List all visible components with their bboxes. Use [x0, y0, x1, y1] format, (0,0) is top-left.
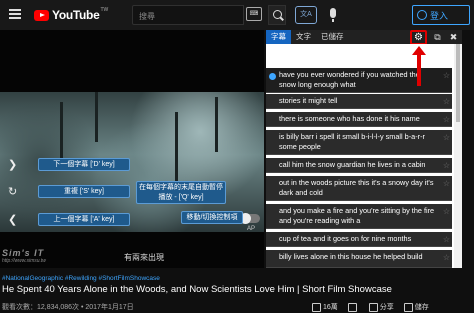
line-text: cup of tea and it goes on for nine month… [279, 234, 412, 243]
watermark-url: http://www.simsu.tw [2, 258, 46, 264]
save-icon [403, 302, 413, 312]
line-text: have you ever wondered if you watched th… [279, 70, 420, 89]
star-icon[interactable]: ☆ [443, 115, 450, 125]
login-label: 登入 [430, 10, 449, 21]
login-button[interactable]: 登入 [412, 5, 470, 25]
transcript-line[interactable]: stories it might tell ☆ [266, 94, 452, 109]
settings-gear-icon[interactable]: ⚙ [410, 29, 427, 45]
tree-trunk [175, 112, 178, 182]
line-text: call him the snow guardian he lives in a… [279, 160, 426, 169]
video-title: He Spent 40 Years Alone in the Woods, an… [2, 284, 392, 295]
search-button[interactable] [268, 5, 286, 25]
hashtag-links[interactable]: #NationalGeographic #Rewilding #ShortFil… [2, 275, 160, 282]
prev-chevron-icon[interactable]: ❮ [8, 213, 17, 226]
prev-caption-button[interactable]: 上一個字幕 ['A' key] [38, 213, 130, 226]
star-icon[interactable]: ☆ [443, 133, 450, 143]
transcript-line[interactable]: cup of tea and it goes on for nine month… [266, 232, 452, 247]
youtube-play-icon [34, 9, 49, 21]
share-icon [368, 302, 378, 312]
panel-scrollbar[interactable] [454, 44, 462, 268]
star-icon[interactable]: ☆ [443, 71, 450, 81]
star-icon[interactable]: ☆ [443, 97, 450, 107]
menu-icon[interactable] [9, 9, 21, 19]
next-chevron-icon[interactable]: ❯ [8, 158, 17, 171]
line-text: stories it might tell [279, 96, 338, 105]
open-external-icon[interactable]: ⧉ [432, 32, 443, 43]
view-count-date: 觀看次數：12,834,086次 • 2017年1月17日 [2, 304, 134, 311]
save-button[interactable]: 儲存 [403, 302, 429, 312]
tab-saved[interactable]: 已儲存 [316, 30, 349, 44]
action-bar: 16萬 分享 儲存 [312, 302, 429, 312]
dislike-button[interactable] [347, 302, 359, 312]
arrow-shaft [417, 52, 421, 86]
star-icon[interactable]: ☆ [443, 161, 450, 171]
share-button[interactable]: 分享 [368, 302, 394, 312]
watermark-text: Sim's IT [2, 248, 45, 258]
star-icon[interactable]: ☆ [443, 207, 450, 217]
transcript-line[interactable]: out in the woods picture this it's a sno… [266, 176, 452, 201]
transcript-line[interactable]: have you ever wondered if you watched th… [266, 68, 452, 93]
top-bar: YouTube TW 搜尋 ⌨ 文A 登入 [0, 0, 474, 30]
arrow-head [412, 46, 426, 55]
line-text: and you make a fire and you're sitting b… [279, 206, 435, 225]
toggle-label: AP [247, 226, 256, 232]
like-button[interactable]: 16萬 [312, 302, 338, 312]
move-toggle-controls-button[interactable]: 移動/切換控制項 [181, 211, 243, 224]
keyboard-icon[interactable]: ⌨ [246, 7, 262, 21]
line-text: is billy barr i spell it small b-i-l-l-y… [279, 132, 425, 151]
logo-text: YouTube [52, 8, 100, 22]
account-icon [417, 10, 427, 20]
line-text: out in the woods picture this it's a sno… [279, 178, 434, 197]
tab-text[interactable]: 文字 [291, 30, 316, 44]
tab-subtitles[interactable]: 字幕 [266, 30, 291, 44]
star-icon[interactable]: ☆ [443, 253, 450, 263]
dislike-icon [347, 302, 357, 312]
repeat-button[interactable]: 重複 ['S' key] [38, 185, 130, 198]
youtube-logo[interactable]: YouTube TW [34, 7, 109, 22]
transcript-line[interactable]: is billy barr i spell it small b-i-l-l-y… [266, 130, 452, 155]
close-icon[interactable]: ✖ [448, 32, 459, 43]
transcript-list: have you ever wondered if you watched th… [266, 44, 462, 268]
like-count: 16萬 [323, 304, 338, 311]
watermark: Sim's IT http://www.simsu.tw [2, 248, 94, 268]
current-line-icon [269, 73, 276, 80]
transcript-panel: 字幕 文字 已儲存 ⚙ ⧉ ✖ have you ever wondered i… [266, 29, 462, 268]
burned-in-subtitle: 有兩來出現 [124, 253, 164, 262]
transcript-line[interactable]: and you make a fire and you're sitting b… [266, 204, 452, 229]
tree-trunk [60, 102, 63, 162]
star-icon[interactable]: ☆ [443, 235, 450, 245]
tree-trunk [95, 92, 98, 142]
annotation-arrow [412, 46, 426, 86]
search-input[interactable]: 搜尋 [132, 5, 244, 25]
logo-region: TW [100, 7, 109, 13]
page-gutter [462, 30, 474, 268]
transcript-line[interactable]: call him the snow guardian he lives in a… [266, 158, 452, 173]
auto-pause-button[interactable]: 在每個字幕的末尾自動暫停播放 - ['Q' key] [136, 181, 226, 204]
save-label: 儲存 [414, 304, 429, 311]
microphone-icon[interactable] [330, 8, 336, 22]
tree-trunk [215, 97, 218, 152]
like-icon [312, 302, 321, 312]
next-caption-button[interactable]: 下一個字幕 ['D' key] [38, 158, 130, 171]
line-text: there is someone who has done it his nam… [279, 114, 420, 123]
transcript-line[interactable]: there is someone who has done it his nam… [266, 112, 452, 127]
repeat-icon[interactable]: ↻ [8, 185, 17, 198]
transcript-line[interactable]: billy lives alone in this house he helpe… [266, 250, 452, 268]
translate-extension-icon[interactable]: 文A [295, 6, 317, 24]
star-icon[interactable]: ☆ [443, 179, 450, 189]
panel-tools: ⚙ ⧉ ✖ [410, 29, 462, 45]
video-player[interactable]: ❯ 下一個字幕 ['D' key] ↻ 重複 ['S' key] 在每個字幕的末… [0, 30, 264, 268]
line-text: billy lives alone in this house he helpe… [279, 252, 423, 261]
auto-pause-toggle[interactable] [240, 213, 260, 224]
share-label: 分享 [379, 304, 394, 311]
